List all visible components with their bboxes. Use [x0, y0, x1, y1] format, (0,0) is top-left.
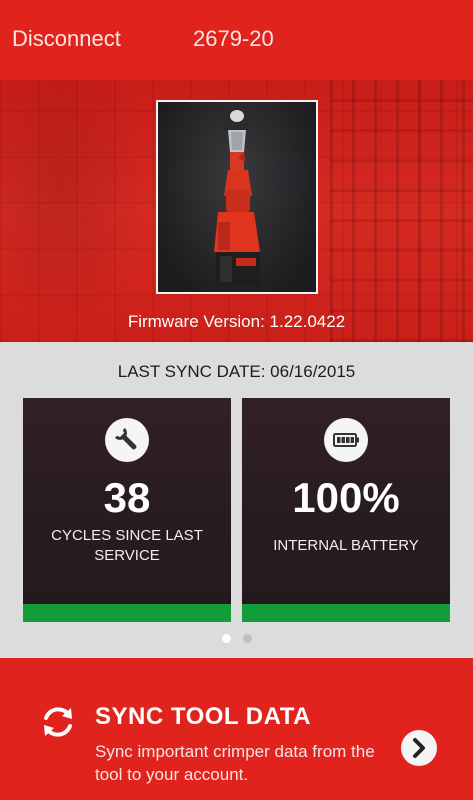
sync-icon — [38, 702, 78, 742]
background-pattern-right — [330, 80, 473, 342]
cycles-card[interactable]: 38 CYCLES SINCE LAST SERVICE — [23, 398, 231, 622]
cycles-label: CYCLES SINCE LAST SERVICE — [51, 527, 203, 564]
disconnect-button[interactable]: Disconnect — [12, 26, 121, 52]
battery-status-bar — [242, 604, 450, 622]
page-dot-active[interactable] — [221, 634, 231, 643]
tool-model-title: 2679-20 — [193, 26, 274, 51]
crimper-tool-image — [214, 110, 260, 286]
chevron-right-icon[interactable] — [401, 730, 437, 766]
firmware-version: Firmware Version: 1.22.0422 — [127, 312, 346, 331]
sync-tool-data-title[interactable]: SYNC TOOL DATA — [95, 703, 311, 731]
last-sync-date: LAST SYNC DATE: 06/16/2015 — [117, 362, 356, 381]
page-indicator — [0, 634, 473, 643]
battery-card[interactable]: 100% INTERNAL BATTERY — [242, 398, 450, 622]
sync-description: Sync important crimper data from the too… — [95, 742, 375, 784]
cycles-status-bar — [23, 604, 231, 622]
cycles-value: 38 — [103, 474, 151, 521]
background-pattern-left — [0, 80, 150, 342]
battery-value: 100% — [292, 474, 400, 521]
wrench-icon — [105, 418, 149, 462]
top-bar: Disconnect 2679-20 — [0, 0, 473, 80]
page-dot-inactive[interactable] — [242, 634, 252, 643]
battery-label: INTERNAL BATTERY — [273, 537, 419, 554]
battery-icon — [324, 418, 368, 462]
tool-image — [156, 100, 318, 294]
